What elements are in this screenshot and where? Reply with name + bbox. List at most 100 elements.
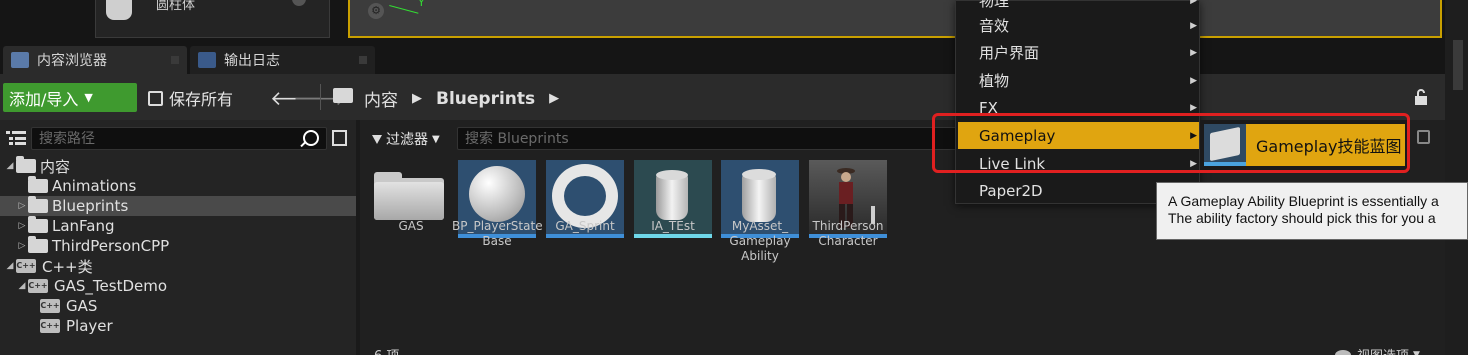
tree-item[interactable]: ▷ LanFang	[0, 216, 356, 236]
context-menu: 物理 ▶ 音效 ▶ 用户界面 ▶ 植物 ▶ FX ▶ Gameplay ▶ Live Link ▶ Pape…	[955, 0, 1200, 204]
asset-type-bar	[546, 234, 624, 238]
expand-arrow-icon[interactable]: ▷	[16, 201, 28, 211]
expand-arrow-icon[interactable]: ▷	[16, 221, 28, 231]
save-all-label: 保存所有	[169, 90, 234, 109]
tooltip-line: A Gameplay Ability Blueprint is essentia…	[1168, 193, 1439, 209]
asset-type-bar	[372, 234, 450, 238]
asset-type-bar	[634, 234, 712, 238]
menu-item-label: 音效	[979, 17, 1010, 35]
output-log-icon	[198, 52, 216, 68]
options-icon[interactable]	[332, 130, 347, 146]
cpp-folder-icon: C++	[40, 299, 60, 313]
content-browser-icon	[11, 52, 29, 68]
folder-icon[interactable]	[333, 88, 353, 103]
folder-icon	[28, 196, 48, 213]
tree-item[interactable]: C++ GAS	[0, 296, 356, 316]
menu-item[interactable]: 植物 ▶	[958, 67, 1199, 94]
crumb-content[interactable]: 内容	[364, 86, 398, 111]
viewport-fragment[interactable]: ⚙ Y	[348, 0, 1442, 38]
cpp-folder-icon: C++	[40, 319, 60, 333]
expand-arrow-icon[interactable]: ◢	[16, 281, 28, 291]
tree-item-label: Animations	[52, 177, 137, 195]
folder-icon	[28, 216, 48, 233]
help-icon[interactable]	[292, 0, 306, 6]
menu-item-label: 物理	[979, 0, 1010, 10]
chevron-right-icon: ▶	[1190, 0, 1197, 6]
filters-button[interactable]: 过滤器 ▼	[372, 129, 440, 149]
top-strip: 圆柱体 ⚙ Y	[0, 0, 1468, 44]
filter-icon	[372, 134, 382, 144]
cpp-folder-icon: C++	[28, 279, 48, 293]
view-options-button[interactable]: 视图选项 ▼	[1335, 345, 1420, 355]
asset-label: GA_Sprint	[555, 219, 615, 233]
asset-label: IA_TEst	[651, 219, 695, 233]
tab-content-browser[interactable]: 内容浏览器	[3, 46, 187, 74]
tooltip-line: The ability factory should pick this for…	[1168, 210, 1436, 226]
toolbar-divider	[320, 84, 321, 110]
add-import-label: 添加/导入	[9, 89, 79, 109]
tab-close-icon[interactable]	[171, 56, 179, 64]
tree-item-label: LanFang	[52, 217, 115, 235]
chevron-right-icon[interactable]: ▶	[412, 91, 422, 106]
tree-item[interactable]: ◢ C++ C++类	[0, 256, 356, 276]
asset-label: BP_PlayerState Base	[452, 219, 543, 248]
axis-gizmo-icon	[389, 0, 421, 14]
asset-label: ThirdPerson Character	[812, 219, 884, 248]
search-icon[interactable]	[303, 130, 319, 146]
chevron-down-icon: ▼	[1413, 349, 1420, 355]
highlight-annotation	[932, 113, 1410, 173]
asset-label: MyAsset_ Gameplay Ability	[729, 219, 791, 263]
crumb-blueprints[interactable]: Blueprints	[436, 89, 535, 109]
tree-item[interactable]: ▷ ThirdPersonCPP	[0, 236, 356, 256]
chevron-right-icon: ▶	[1190, 47, 1197, 58]
lock-icon[interactable]	[1414, 89, 1428, 105]
view-options-label: 视图选项	[1357, 345, 1409, 355]
chevron-down-icon: ▼	[432, 133, 440, 145]
tree-item[interactable]: C++ Player	[0, 316, 356, 336]
breadcrumb: 内容 ▶ Blueprints ▶	[364, 86, 573, 112]
tab-close-icon[interactable]	[359, 56, 367, 64]
tree-item[interactable]: ◢ C++ GAS_TestDemo	[0, 276, 356, 296]
viewport-settings-icon[interactable]: ⚙	[368, 3, 384, 19]
tab-label: 内容浏览器	[37, 53, 107, 69]
menu-item[interactable]: 用户界面 ▶	[958, 39, 1199, 66]
cylinder-thumbnail-icon[interactable]	[106, 0, 132, 20]
folder-icon	[28, 236, 48, 253]
path-search-box[interactable]	[31, 127, 327, 150]
tree-item-label: 内容	[40, 157, 71, 176]
save-icon	[148, 90, 163, 106]
menu-item-label: 用户界面	[979, 44, 1040, 62]
expand-arrow-icon[interactable]: ▷	[16, 241, 28, 251]
filters-label: 过滤器	[386, 132, 428, 148]
tree-item[interactable]: Animations	[0, 176, 356, 196]
tree-item[interactable]: ◢ 内容	[0, 156, 356, 176]
tab-output-log[interactable]: 输出日志	[190, 46, 375, 74]
tree-item-label: C++类	[42, 257, 93, 276]
sources-list-icon[interactable]	[6, 130, 26, 146]
save-all-button[interactable]: 保存所有	[148, 85, 233, 111]
cpp-folder-icon: C++	[16, 259, 36, 273]
menu-item[interactable]: 音效 ▶	[958, 12, 1199, 39]
save-search-icon[interactable]	[1417, 130, 1430, 144]
chevron-right-icon: ▶	[1190, 102, 1197, 113]
mesh-label: 圆柱体	[156, 0, 196, 13]
menu-item-label: 植物	[979, 72, 1010, 90]
path-search-input[interactable]	[32, 128, 326, 149]
scrollbar[interactable]	[1453, 40, 1463, 90]
tree-item-label: Player	[66, 317, 113, 335]
chevron-right-icon[interactable]: ▶	[549, 91, 559, 106]
folder-icon	[16, 156, 36, 173]
chevron-right-icon: ▶	[1190, 75, 1197, 86]
tree-item-label: GAS	[66, 297, 98, 315]
details-panel-fragment: 圆柱体	[95, 0, 330, 38]
tree-item[interactable]: ▷ Blueprints	[0, 196, 356, 216]
expand-arrow-icon[interactable]: ◢	[4, 261, 16, 271]
folder-icon	[28, 176, 48, 193]
item-count: 6 项	[374, 345, 399, 355]
add-import-button[interactable]: 添加/导入 ▼	[3, 83, 137, 112]
eye-icon	[1335, 349, 1351, 355]
chevron-right-icon: ▶	[1190, 20, 1197, 31]
gizmo-axis-label: Y	[418, 0, 425, 9]
expand-arrow-icon[interactable]: ◢	[4, 161, 16, 171]
tab-label: 输出日志	[224, 53, 280, 69]
